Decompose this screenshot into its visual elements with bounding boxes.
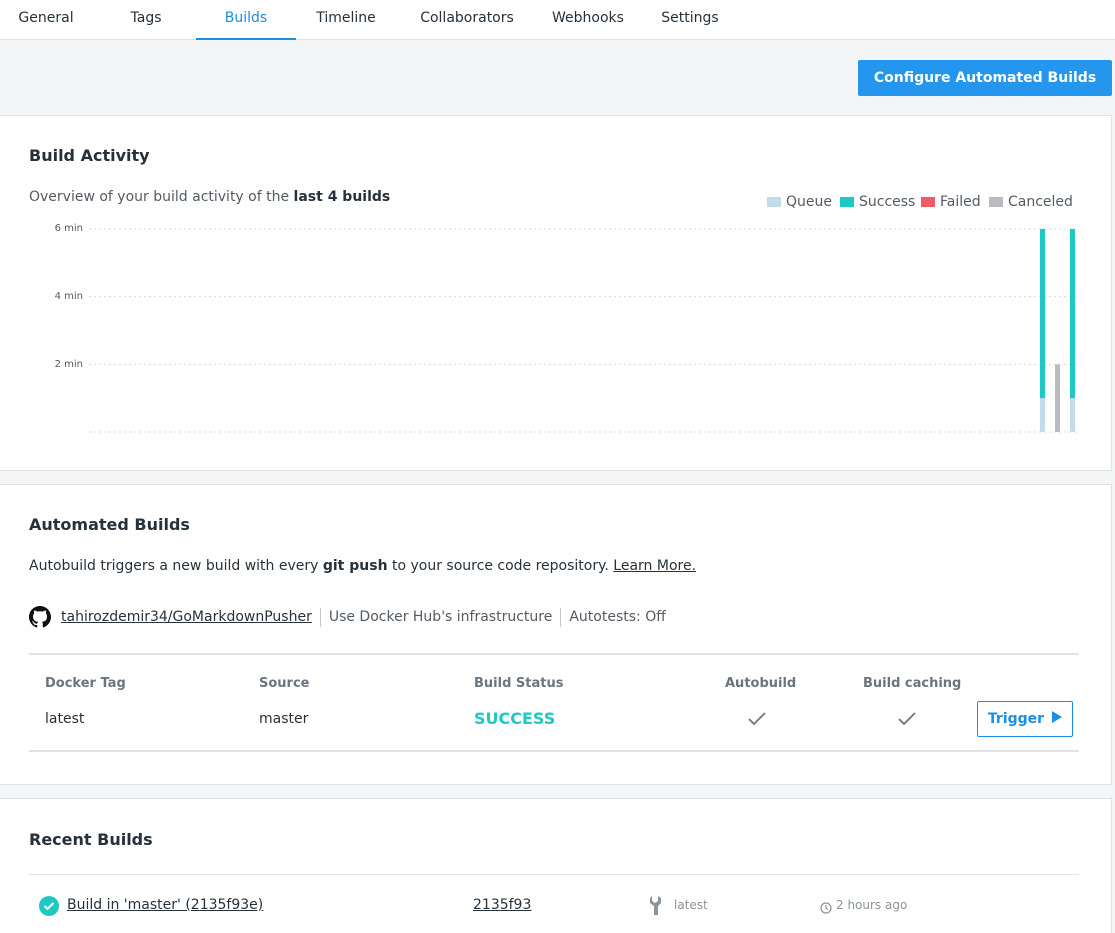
repo-info-row: tahirozdemir34/GoMarkdownPusher Use Dock… xyxy=(29,606,666,628)
build-time: 2 hours ago xyxy=(836,898,908,912)
infrastructure-text: Use Docker Hub's infrastructure xyxy=(328,609,553,625)
success-check-icon xyxy=(39,896,59,920)
bar-queue-3 xyxy=(1070,398,1075,432)
divider xyxy=(319,607,321,627)
desc-suffix: to your source code repository. xyxy=(392,558,609,574)
play-icon xyxy=(1052,711,1063,727)
row-docker-tag: latest xyxy=(45,711,85,727)
bar-canceled-2 xyxy=(1055,364,1060,432)
build-activity-chart xyxy=(89,228,1076,433)
commit-link[interactable]: 2135f93 xyxy=(473,897,531,913)
col-header-docker-tag: Docker Tag xyxy=(45,676,126,691)
trigger-label: Trigger xyxy=(987,711,1045,727)
trigger-build-button[interactable]: Trigger xyxy=(977,701,1073,737)
bar-success-3 xyxy=(1070,229,1075,399)
col-header-build-status: Build Status xyxy=(474,676,564,691)
automated-builds-description: Autobuild triggers a new build with ever… xyxy=(29,558,696,574)
col-header-autobuild: Autobuild xyxy=(725,676,797,691)
bar-queue-1 xyxy=(1040,398,1045,432)
col-header-source: Source xyxy=(259,676,310,691)
desc-bold: git push xyxy=(322,558,388,574)
col-header-build-caching: Build caching xyxy=(863,676,962,691)
recent-builds-divider xyxy=(29,874,1079,875)
autobuild-check-icon xyxy=(747,711,767,731)
row-source: master xyxy=(259,711,309,727)
autotests-status: Autotests: Off xyxy=(569,609,666,625)
wrench-icon xyxy=(649,895,665,921)
table-bottom-border xyxy=(29,750,1079,752)
recent-builds-title: Recent Builds xyxy=(29,830,153,849)
github-icon xyxy=(29,606,51,628)
clock-icon xyxy=(820,899,832,918)
desc-prefix: Autobuild triggers a new build with ever… xyxy=(29,558,319,574)
build-tag: latest xyxy=(674,898,708,912)
automated-builds-title: Automated Builds xyxy=(29,515,190,534)
repo-link[interactable]: tahirozdemir34/GoMarkdownPusher xyxy=(61,609,312,625)
build-link[interactable]: Build in 'master' (2135f93e) xyxy=(67,897,263,913)
table-top-border xyxy=(29,653,1079,655)
divider xyxy=(560,607,562,627)
row-build-status: SUCCESS xyxy=(474,709,556,728)
learn-more-link[interactable]: Learn More. xyxy=(613,558,696,574)
bar-success-1 xyxy=(1040,229,1045,399)
build-caching-check-icon xyxy=(897,711,917,731)
